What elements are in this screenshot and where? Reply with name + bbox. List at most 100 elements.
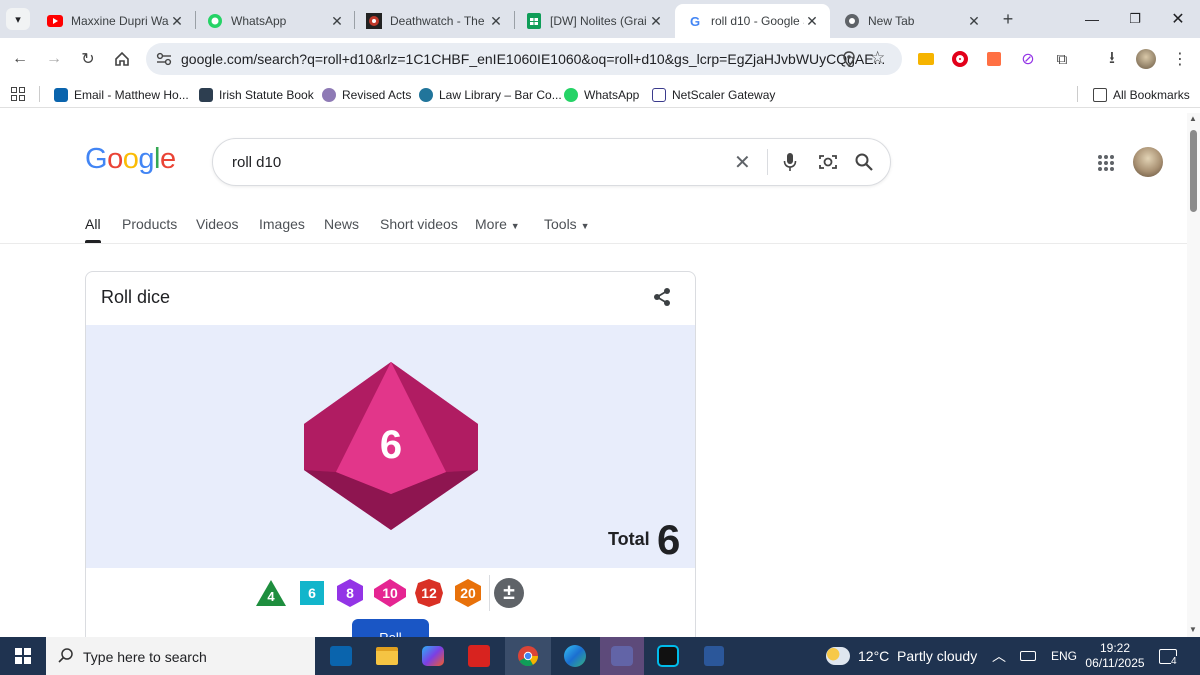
d12-button[interactable]: 12 <box>413 577 445 609</box>
close-icon[interactable]: ✕ <box>169 13 185 30</box>
back-button[interactable]: ← <box>6 45 34 73</box>
bookmark-label: Irish Statute Book <box>219 88 314 102</box>
home-button[interactable] <box>108 45 136 73</box>
location-icon[interactable] <box>843 51 855 67</box>
d10-button[interactable]: 10 <box>372 577 406 609</box>
extension-grid[interactable] <box>980 45 1008 73</box>
scroll-down-icon[interactable]: ▼ <box>1189 625 1197 634</box>
close-icon[interactable]: ✕ <box>648 13 664 30</box>
d8-button[interactable]: 8 <box>334 577 366 609</box>
reload-button[interactable]: ↻ <box>74 45 102 73</box>
tab-new-tab[interactable]: New Tab ✕ <box>832 4 992 38</box>
close-icon[interactable]: ✕ <box>488 13 504 30</box>
forward-button[interactable]: → <box>40 45 68 73</box>
clock[interactable]: 19:22 06/11/2025 <box>1084 637 1146 675</box>
outlook-icon <box>330 646 352 666</box>
bookmark-whatsapp[interactable]: WhatsApp <box>564 86 639 104</box>
start-button[interactable] <box>3 637 43 675</box>
downloads-button[interactable]: ⭳ <box>1098 45 1126 73</box>
tab-sheets[interactable]: [DW] Nolites (Grai ✕ <box>514 4 674 38</box>
share-icon[interactable] <box>653 287 671 307</box>
extension-opera[interactable] <box>946 45 974 73</box>
new-tab-button[interactable]: + <box>996 8 1020 30</box>
scroll-up-icon[interactable]: ▲ <box>1189 114 1197 123</box>
notifications-button[interactable]: 4 <box>1159 637 1177 675</box>
close-window-button[interactable]: ✕ <box>1158 6 1198 32</box>
apps-icon[interactable] <box>11 87 25 101</box>
all-bookmarks[interactable]: All Bookmarks <box>1093 86 1190 104</box>
tab-more[interactable]: More ▼ <box>475 216 520 232</box>
search-input[interactable]: roll d10 <box>232 154 281 171</box>
netscaler-icon <box>652 88 666 102</box>
extension-blocker[interactable]: ⊘ <box>1014 45 1042 73</box>
close-icon[interactable]: ✕ <box>966 13 982 30</box>
bookmark-law-library[interactable]: Law Library – Bar Co... <box>419 86 562 104</box>
tab-videos[interactable]: Videos <box>196 216 239 232</box>
bookmark-netscaler[interactable]: NetScaler Gateway <box>652 86 775 104</box>
search-box[interactable]: roll d10 ✕ <box>212 138 891 186</box>
tab-whatsapp[interactable]: WhatsApp ✕ <box>195 4 355 38</box>
battery-indicator[interactable] <box>1020 637 1036 675</box>
address-bar[interactable]: google.com/search?q=roll+d10&rlz=1C1CHBF… <box>146 43 902 75</box>
tab-short-videos[interactable]: Short videos <box>380 216 458 232</box>
d20-button[interactable]: 20 <box>452 577 484 609</box>
tab-search-button[interactable]: ▾ <box>6 8 30 30</box>
tray-overflow-button[interactable]: ︿ <box>992 637 1006 675</box>
taskbar-outlook[interactable] <box>321 637 361 675</box>
extension-coupons[interactable] <box>912 45 940 73</box>
wordpress-icon <box>419 88 433 102</box>
modifier-button[interactable]: ± <box>493 577 525 609</box>
tab-products[interactable]: Products <box>122 216 177 232</box>
tab-youtube[interactable]: Maxxine Dupri Wa ✕ <box>35 4 195 38</box>
bookmark-revised-acts[interactable]: Revised Acts <box>322 86 411 104</box>
taskbar-word[interactable] <box>694 637 734 675</box>
avatar[interactable] <box>1133 147 1163 177</box>
taskbar-m365[interactable] <box>413 637 453 675</box>
profile-button[interactable] <box>1132 45 1160 73</box>
taskbar-file-explorer[interactable] <box>367 637 407 675</box>
tab-deathwatch[interactable]: Deathwatch - The ✕ <box>354 4 514 38</box>
dice-display: 6 Total 6 <box>86 325 695 568</box>
close-icon[interactable]: ✕ <box>804 13 820 30</box>
taskbar-search[interactable]: Type here to search <box>46 637 315 675</box>
scrollbar[interactable]: ▲ ▼ <box>1187 113 1200 637</box>
weather-widget[interactable]: 12°C Partly cloudy <box>826 637 977 675</box>
search-results-page: Google roll d10 ✕ All Products Videos Im… <box>0 113 1187 651</box>
d6-button[interactable]: 6 <box>296 577 328 609</box>
camera-search-icon[interactable] <box>818 153 838 171</box>
search-icon[interactable] <box>855 153 873 171</box>
taskbar-teams[interactable] <box>600 637 644 675</box>
tab-google-search[interactable]: G roll d10 - Google S ✕ <box>675 4 830 38</box>
bookmark-irish-statute[interactable]: Irish Statute Book <box>199 86 314 104</box>
minimize-button[interactable]: — <box>1072 6 1112 32</box>
scroll-thumb[interactable] <box>1190 130 1197 212</box>
tab-images[interactable]: Images <box>259 216 305 232</box>
folder-icon <box>376 647 398 665</box>
taskbar-edge[interactable] <box>555 637 595 675</box>
tools-label: Tools <box>544 216 577 232</box>
restore-button[interactable]: ❐ <box>1115 6 1155 32</box>
close-icon[interactable]: ✕ <box>329 13 345 30</box>
taskbar-acrobat[interactable] <box>459 637 499 675</box>
d4-button[interactable]: 4 <box>255 577 287 609</box>
tab-tools[interactable]: Tools ▼ <box>544 216 590 232</box>
google-apps-icon[interactable] <box>1098 155 1114 171</box>
clear-icon[interactable]: ✕ <box>734 150 751 175</box>
taskbar-chrome[interactable] <box>505 637 551 675</box>
tab-news[interactable]: News <box>324 216 359 232</box>
more-label: More <box>475 216 507 232</box>
sheets-icon <box>526 13 542 29</box>
language-indicator[interactable]: ENG <box>1051 637 1077 675</box>
download-icon: ⭳ <box>1109 47 1115 67</box>
star-icon[interactable]: ☆ <box>870 48 885 68</box>
tab-all[interactable]: All <box>85 216 101 243</box>
bookmark-email[interactable]: Email - Matthew Ho... <box>54 86 189 104</box>
google-logo[interactable]: Google <box>85 143 176 176</box>
browser-toolbar: ← → ↻ google.com/search?q=roll+d10&rlz=1… <box>0 38 1200 80</box>
microphone-icon[interactable] <box>783 152 797 172</box>
extensions-button[interactable]: ⧉ <box>1048 45 1076 73</box>
taskbar-webex[interactable] <box>648 637 688 675</box>
menu-button[interactable]: ⋮ <box>1166 45 1194 73</box>
word-icon <box>704 646 724 666</box>
site-settings-icon[interactable] <box>156 52 172 66</box>
